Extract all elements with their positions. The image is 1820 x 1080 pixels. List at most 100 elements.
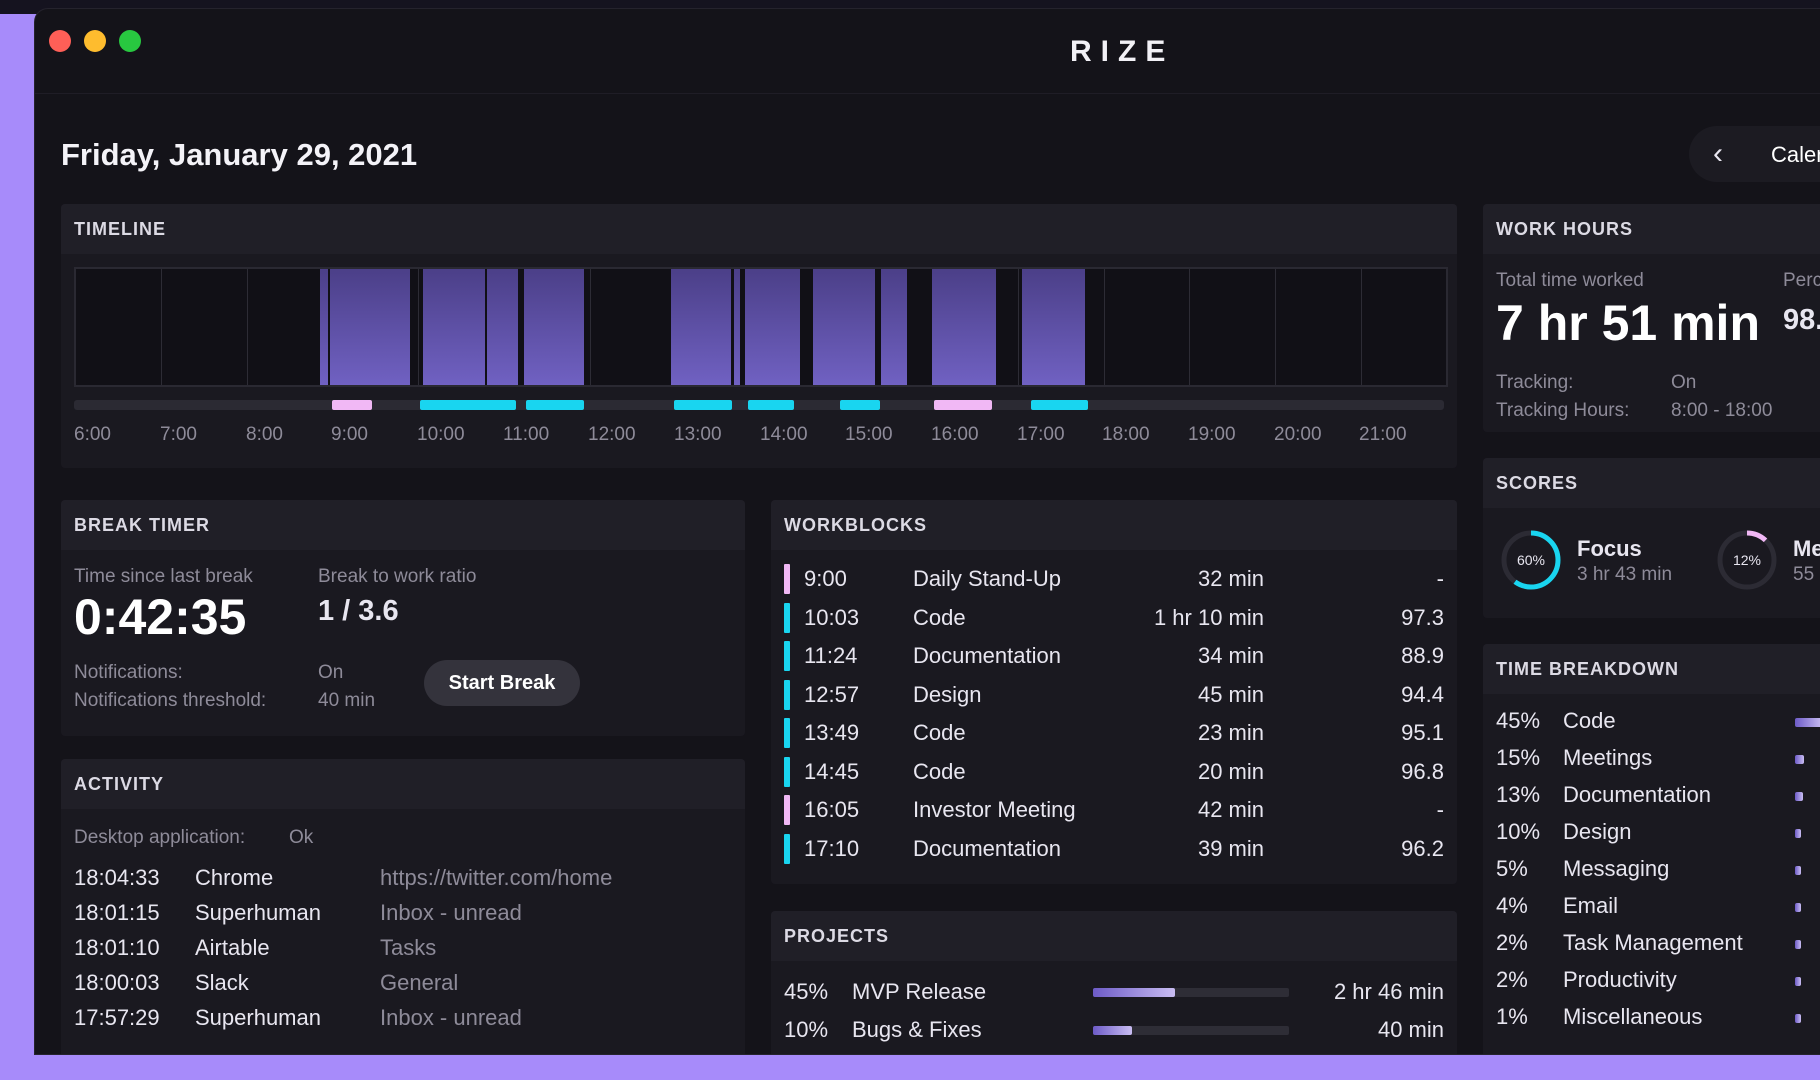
breakdown-percent: 4% (1496, 893, 1528, 918)
project-progress-fill (1093, 988, 1176, 997)
breakdown-bar (1795, 755, 1804, 764)
timeline-activity-bar[interactable] (734, 269, 740, 385)
workblock-segment-focus[interactable] (840, 400, 880, 410)
calendar-button[interactable]: ‹ Calen (1689, 126, 1820, 182)
timeline-card: TIMELINE 6:00 7:00 8:00 9:00 10:00 11:00… (61, 204, 1457, 468)
breakdown-bar (1795, 829, 1801, 838)
workblocks-card: WORKBLOCKS 9:00 Daily Stand-Up 32 min - 10:0… (771, 500, 1457, 884)
breakdown-row[interactable]: 1% Miscellaneous (1483, 1004, 1820, 1034)
activity-time: 18:00:03 (74, 970, 160, 995)
chevron-left-icon[interactable]: ‹ (1713, 137, 1723, 171)
timeline-activity-bar[interactable] (745, 269, 800, 385)
timeline-activity-bar[interactable] (932, 269, 996, 385)
workblock-type-marker (784, 564, 790, 594)
workblock-segment-focus[interactable] (1031, 400, 1088, 410)
breakdown-row[interactable]: 5% Messaging (1483, 856, 1820, 886)
activity-app: Superhuman (195, 900, 321, 925)
workblock-time: 12:57 (804, 681, 860, 707)
workblock-segment-focus[interactable] (748, 400, 794, 410)
timeline-tick-label: 11:00 (503, 424, 550, 445)
timeline-gridline (1361, 269, 1362, 385)
timeline-tick-label: 12:00 (588, 424, 636, 445)
workblock-name: Documentation (913, 835, 1061, 861)
breakdown-row[interactable]: 45% Code (1483, 708, 1820, 738)
close-window-button[interactable] (49, 30, 71, 52)
minimize-window-button[interactable] (84, 30, 106, 52)
notifications-threshold-value: 40 min (318, 690, 376, 711)
project-name: Bugs & Fixes (852, 1017, 982, 1042)
timeline-tick-label: 6:00 (74, 424, 111, 445)
timeline-tick-label: 7:00 (160, 424, 197, 445)
breakdown-row[interactable]: 4% Email (1483, 893, 1820, 923)
timeline-tick-label: 19:00 (1188, 424, 1236, 445)
breakdown-percent: 15% (1496, 745, 1541, 770)
breakdown-row[interactable]: 2% Productivity (1483, 967, 1820, 997)
breakdown-row[interactable]: 10% Design (1483, 819, 1820, 849)
score-focus[interactable]: 60% Focus 3 hr 43 min (1499, 528, 1699, 598)
zoom-window-button[interactable] (119, 30, 141, 52)
breakdown-row[interactable]: 2% Task Management (1483, 930, 1820, 960)
workblock-duration: 42 min (1197, 797, 1264, 822)
work-hours-title: WORK HOURS (1483, 204, 1820, 254)
timeline-tick-label: 20:00 (1274, 424, 1322, 445)
timeline-tick-label: 10:00 (417, 424, 465, 445)
workblock-name: Code (913, 758, 966, 784)
workblock-type-marker (784, 756, 790, 787)
breakdown-bar (1795, 903, 1801, 912)
workblock-row[interactable]: 11:24 Documentation 34 min 88.9 (771, 641, 1457, 673)
timeline-activity-bar[interactable] (320, 269, 328, 385)
activity-time: 17:57:29 (74, 1005, 160, 1030)
project-progress-fill (1093, 1026, 1133, 1035)
timeline-activity-bar[interactable] (330, 269, 410, 385)
workblock-row[interactable]: 16:05 Investor Meeting 42 min - (771, 795, 1457, 827)
breakdown-percent: 5% (1496, 856, 1528, 881)
timeline-tick-label: 13:00 (674, 424, 722, 445)
start-break-button[interactable]: Start Break (424, 660, 580, 706)
workblock-row[interactable]: 10:03 Code 1 hr 10 min 97.3 (771, 602, 1457, 635)
timeline-activity-bar[interactable] (881, 269, 907, 385)
timeline-activity-bar[interactable] (423, 269, 485, 385)
app-title: RIZE (1070, 35, 1175, 68)
breakdown-category: Meetings (1563, 745, 1653, 770)
break-timer-title: BREAK TIMER (61, 500, 745, 550)
timeline-activity-bar[interactable] (1022, 269, 1085, 385)
breakdown-row[interactable]: 15% Meetings (1483, 745, 1820, 775)
activity-app: Superhuman (195, 1005, 321, 1030)
workblock-row[interactable]: 9:00 Daily Stand-Up 32 min - (771, 564, 1457, 596)
activity-app: Chrome (195, 865, 274, 890)
focus-score-time: 3 hr 43 min (1577, 564, 1673, 585)
workblock-segment-focus[interactable] (526, 400, 584, 410)
workblock-row[interactable]: 12:57 Design 45 min 94.4 (771, 679, 1457, 712)
breakdown-category: Task Management (1563, 930, 1743, 955)
activity-detail: Tasks (380, 935, 437, 960)
time-breakdown-title: TIME BREAKDOWN (1483, 644, 1820, 694)
workblock-duration: 20 min (1197, 758, 1264, 784)
workblock-row[interactable]: 13:49 Code 23 min 95.1 (771, 718, 1457, 750)
workblock-segment-focus[interactable] (674, 400, 732, 410)
desktop-application-status: Ok (289, 827, 314, 848)
workblock-segment-focus[interactable] (420, 400, 516, 410)
meetings-score-name: Me (1793, 536, 1820, 561)
workblock-row[interactable]: 14:45 Code 20 min 96.8 (771, 756, 1457, 789)
projects-title: PROJECTS (771, 911, 1457, 961)
workblock-segment-meeting[interactable] (934, 400, 992, 410)
breakdown-row[interactable]: 13% Documentation (1483, 782, 1820, 812)
score-meetings[interactable]: 12% Me 55 (1715, 528, 1820, 598)
activity-time: 18:01:15 (74, 900, 160, 925)
timeline-activity-bar[interactable] (524, 269, 584, 385)
project-row[interactable]: 10% Bugs & Fixes 40 min (784, 1017, 1444, 1047)
calendar-label: Calen (1771, 142, 1820, 167)
timeline-activity-bar[interactable] (487, 269, 518, 385)
project-row[interactable]: 45% MVP Release 2 hr 46 min (784, 979, 1444, 1009)
timeline-chart[interactable] (74, 267, 1448, 387)
project-time: 40 min (1377, 1017, 1444, 1042)
workblock-duration: 32 min (1197, 566, 1264, 591)
notifications-label: Notifications: (74, 662, 183, 683)
desktop-application-label: Desktop application: (74, 827, 246, 848)
workblock-segment-meeting[interactable] (332, 400, 372, 410)
workblock-row[interactable]: 17:10 Documentation 39 min 96.2 (771, 833, 1457, 866)
workblock-duration: 39 min (1197, 835, 1264, 861)
tracking-value: On (1671, 372, 1697, 393)
timeline-activity-bar[interactable] (671, 269, 731, 385)
timeline-activity-bar[interactable] (813, 269, 875, 385)
